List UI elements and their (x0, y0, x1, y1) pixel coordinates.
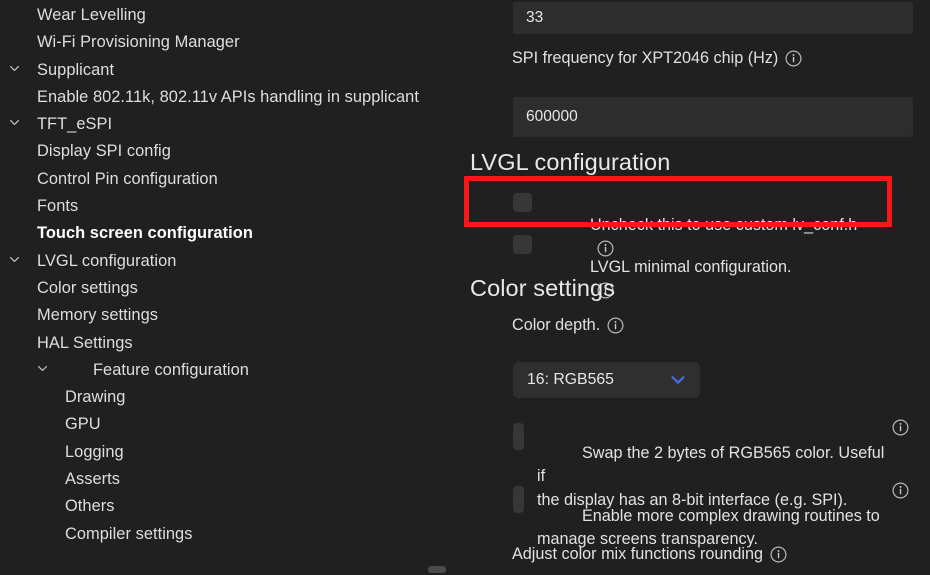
tree-item-label: Compiler settings (65, 521, 200, 548)
tree-item-label: Others (65, 493, 123, 520)
tree-indent-spacer (0, 275, 28, 280)
tree-indent-spacer (0, 302, 28, 307)
tree-indent-spacer (0, 166, 28, 171)
tree-indent-spacer (0, 138, 28, 143)
tree-indent-spacer (0, 84, 28, 89)
tree-indent-spacer (0, 193, 28, 198)
tree-item-label: Color settings (37, 275, 146, 302)
horizontal-scrollbar-thumb[interactable] (428, 566, 446, 573)
tree-item-enable-802-11k-802-11v-apis-handling-in-[interactable]: Enable 802.11k, 802.11v APIs handling in… (0, 84, 465, 111)
tree-indent-spacer (0, 220, 28, 225)
adjust-color-mix-label: Adjust color mix functions rounding (512, 545, 787, 564)
tree-indent-spacer (0, 466, 28, 471)
tree-item-label: Wear Levelling (37, 2, 154, 29)
info-icon[interactable] (607, 317, 624, 334)
lvgl-configuration-heading: LVGL configuration (470, 150, 670, 176)
info-icon[interactable] (892, 482, 909, 499)
chevron-down-icon[interactable] (0, 111, 28, 129)
checkbox-lvgl-minimal[interactable] (513, 235, 532, 254)
tree-indent-spacer (0, 2, 28, 7)
adjust-color-mix-label-text: Adjust color mix functions rounding (512, 545, 763, 564)
tree-item-feature-configuration[interactable]: Feature configuration (0, 357, 465, 384)
tree-indent-spacer (0, 439, 28, 444)
tree-item-drawing[interactable]: Drawing (0, 384, 465, 411)
tree-indent-spacer (0, 493, 28, 498)
color-depth-label: Color depth. (512, 316, 624, 335)
color-depth-label-text: Color depth. (512, 316, 600, 335)
tree-indent-spacer (0, 384, 28, 389)
tree-item-label: Wi-Fi Provisioning Manager (37, 29, 248, 56)
tree-item-supplicant[interactable]: Supplicant (0, 57, 465, 84)
settings-tree: Wear LevellingWi-Fi Provisioning Manager… (0, 2, 465, 548)
tree-item-label: HAL Settings (37, 330, 141, 357)
tree-item-logging[interactable]: Logging (0, 439, 465, 466)
horizontal-scrollbar[interactable] (0, 563, 465, 575)
spi-frequency-value: 600000 (514, 109, 578, 125)
checkbox-swap-bytes[interactable] (513, 423, 524, 450)
tree-item-label: Drawing (65, 384, 133, 411)
info-icon[interactable] (770, 546, 787, 563)
tree-item-memory-settings[interactable]: Memory settings (0, 302, 465, 329)
tree-indent-spacer (0, 521, 28, 526)
tree-item-label: Feature configuration (93, 357, 257, 384)
tree-item-label: GPU (65, 411, 109, 438)
tree-item-label: Fonts (37, 193, 86, 220)
tree-item-display-spi-config[interactable]: Display SPI config (0, 138, 465, 165)
tree-item-label: Display SPI config (37, 138, 179, 165)
tree-item-hal-settings[interactable]: HAL Settings (0, 330, 465, 357)
touch-calibration-value: 33 (514, 10, 543, 26)
color-depth-selected-value: 16: RGB565 (527, 371, 614, 389)
tree-item-lvgl-configuration[interactable]: LVGL configuration (0, 248, 465, 275)
tree-item-label: Touch screen configuration (37, 220, 261, 247)
tree-item-touch-screen-configuration[interactable]: Touch screen configuration (0, 220, 465, 247)
tree-item-gpu[interactable]: GPU (0, 411, 465, 438)
settings-tree-sidebar[interactable]: Wear LevellingWi-Fi Provisioning Manager… (0, 0, 465, 575)
tree-item-label: LVGL configuration (37, 248, 184, 275)
touch-calibration-input[interactable]: 33 (513, 2, 913, 34)
color-depth-select[interactable]: 16: RGB565 (513, 362, 700, 398)
tree-item-fonts[interactable]: Fonts (0, 193, 465, 220)
chevron-down-icon[interactable] (0, 57, 28, 75)
settings-detail-pane: 33 SPI frequency for XPT2046 chip (Hz) 6… (465, 0, 930, 575)
chevron-down-icon[interactable] (0, 248, 28, 266)
tree-item-others[interactable]: Others (0, 493, 465, 520)
tree-item-compiler-settings[interactable]: Compiler settings (0, 521, 465, 548)
tree-item-label: TFT_eSPI (37, 111, 120, 138)
spi-frequency-input[interactable]: 600000 (513, 97, 913, 137)
tree-item-label: Control Pin configuration (37, 166, 226, 193)
tree-item-label: Asserts (65, 466, 128, 493)
chevron-down-icon[interactable] (669, 371, 687, 389)
tree-item-label: Supplicant (37, 57, 122, 84)
chevron-down-icon[interactable] (28, 357, 56, 375)
tree-item-label: Logging (65, 439, 132, 466)
info-icon[interactable] (785, 50, 802, 67)
tree-item-asserts[interactable]: Asserts (0, 466, 465, 493)
spi-frequency-label: SPI frequency for XPT2046 chip (Hz) (512, 49, 802, 68)
tree-item-color-settings[interactable]: Color settings (0, 275, 465, 302)
tree-item-tft-espi[interactable]: TFT_eSPI (0, 111, 465, 138)
checkbox-custom-lv-conf[interactable] (513, 193, 532, 212)
checkbox-complex-drawing[interactable] (513, 486, 524, 513)
tree-indent-spacer (0, 330, 28, 335)
config-window: Wear LevellingWi-Fi Provisioning Manager… (0, 0, 930, 575)
tree-item-wear-levelling[interactable]: Wear Levelling (0, 2, 465, 29)
tree-item-label: Memory settings (37, 302, 166, 329)
spi-frequency-label-text: SPI frequency for XPT2046 chip (Hz) (512, 49, 778, 68)
tree-item-control-pin-configuration[interactable]: Control Pin configuration (0, 166, 465, 193)
info-icon[interactable] (892, 419, 909, 436)
tree-item-label: Enable 802.11k, 802.11v APIs handling in… (37, 84, 427, 111)
color-settings-heading: Color settings (470, 276, 615, 302)
tree-item-wi-fi-provisioning-manager[interactable]: Wi-Fi Provisioning Manager (0, 29, 465, 56)
tree-indent-spacer (0, 29, 28, 34)
tree-indent-spacer (0, 411, 28, 416)
